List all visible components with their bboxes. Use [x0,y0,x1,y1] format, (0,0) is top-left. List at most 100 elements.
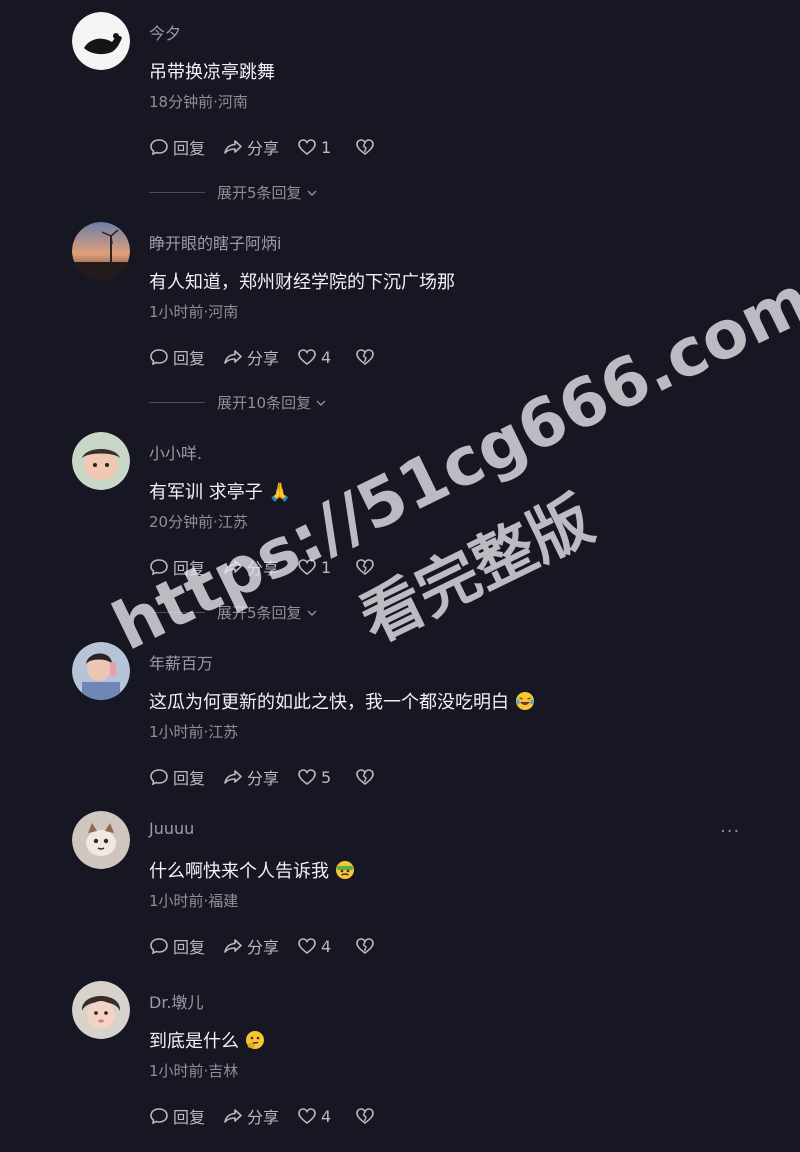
chat-bubble-icon [150,938,168,955]
reply-button[interactable]: 回复 [149,934,205,958]
share-button[interactable]: 分享 [223,765,279,789]
more-options-button[interactable]: ··· [720,821,740,842]
username[interactable]: 今夕 [149,20,181,44]
share-button[interactable]: 分享 [223,934,279,958]
like-button[interactable]: 5 [297,767,331,787]
expand-replies[interactable]: 展开5条回复 [149,182,318,203]
expand-label: 展开10条回复 [217,394,312,412]
broken-heart-icon [356,559,375,576]
like-button[interactable]: 4 [297,1106,331,1126]
comment-text: 有军训 求亭子 🙏 [149,482,291,503]
comment-meta: 1小时前·吉林 [149,1062,239,1080]
reply-label: 回复 [173,139,206,158]
avatar[interactable] [72,12,130,70]
comment-actions: 回复 分享 4 [149,1104,397,1128]
share-label: 分享 [247,559,280,578]
comment-text-content: 这瓜为何更新的如此之快，我一个都没吃明白 [149,692,509,713]
heart-icon [298,769,316,786]
comment-text: 这瓜为何更新的如此之快，我一个都没吃明白 [149,688,535,714]
comment-meta: 1小时前·河南 [149,303,239,321]
comment-text: 有人知道，郑州财经学院的下沉广场那 [149,272,455,293]
chevron-down-icon [307,610,317,616]
comment-actions: 回复 分享 1 [149,135,397,159]
share-label: 分享 [247,349,280,368]
expand-label: 展开5条回复 [217,184,302,202]
share-button[interactable]: 分享 [223,345,279,369]
avatar[interactable] [72,222,130,280]
heart-icon [298,938,316,955]
broken-heart-icon [356,139,375,156]
username[interactable]: 年薪百万 [149,650,213,674]
username[interactable]: 小小咩. [149,440,202,464]
avatar[interactable] [72,981,130,1039]
expand-replies[interactable]: 展开5条回复 [149,602,318,623]
dislike-button[interactable] [355,557,379,577]
comment-text: 什么啊快来个人告诉我 [149,857,355,883]
share-arrow-icon [224,1109,242,1123]
heart-icon [298,139,316,156]
chat-bubble-icon [150,139,168,156]
comment-meta: 1小时前·福建 [149,892,239,910]
avatar[interactable] [72,642,130,700]
divider [149,192,205,193]
comment-text: 吊带换凉亭跳舞 [149,62,275,83]
comment-text-content: 什么啊快来个人告诉我 [149,861,329,882]
heart-icon [298,559,316,576]
heart-icon [298,349,316,366]
reply-label: 回复 [173,1108,206,1127]
avatar[interactable] [72,432,130,490]
divider [149,612,205,613]
like-button[interactable]: 4 [297,347,331,367]
reply-label: 回复 [173,938,206,957]
like-button[interactable]: 4 [297,936,331,956]
comment-actions: 回复 分享 5 [149,765,397,789]
share-button[interactable]: 分享 [223,135,279,159]
dislike-button[interactable] [355,936,379,956]
comment-meta: 20分钟前·江苏 [149,513,248,531]
like-button[interactable]: 1 [297,137,331,157]
dislike-button[interactable] [355,137,379,157]
reply-button[interactable]: 回复 [149,135,205,159]
share-label: 分享 [247,1108,280,1127]
like-count: 4 [321,347,332,367]
chat-bubble-icon [150,769,168,786]
reply-button[interactable]: 回复 [149,345,205,369]
comment-actions: 回复 分享 1 [149,555,397,579]
like-count: 5 [321,767,332,787]
share-arrow-icon [224,770,242,784]
like-button[interactable]: 1 [297,557,331,577]
reply-button[interactable]: 回复 [149,555,205,579]
share-button[interactable]: 分享 [223,555,279,579]
username[interactable]: Juuuu [149,819,194,838]
share-label: 分享 [247,769,280,788]
dislike-button[interactable] [355,767,379,787]
reply-button[interactable]: 回复 [149,765,205,789]
dislike-button[interactable] [355,347,379,367]
comment-actions: 回复 分享 4 [149,345,397,369]
reply-button[interactable]: 回复 [149,1104,205,1128]
divider [149,402,205,403]
username[interactable]: 睁开眼的瞎子阿炳i [149,230,281,254]
avatar[interactable] [72,811,130,869]
reply-label: 回复 [173,349,206,368]
share-arrow-icon [224,939,242,953]
reply-label: 回复 [173,769,206,788]
heart-icon [298,1108,316,1125]
comment-text-content: 到底是什么 [149,1031,239,1052]
dislike-button[interactable] [355,1106,379,1126]
share-button[interactable]: 分享 [223,1104,279,1128]
username[interactable]: Dr.墩儿 [149,989,204,1013]
comment-meta: 18分钟前·河南 [149,93,248,111]
like-count: 1 [321,137,332,157]
comment-meta: 1小时前·江苏 [149,723,239,741]
broken-heart-icon [356,349,375,366]
chat-bubble-icon [150,559,168,576]
chevron-down-icon [316,400,326,406]
expand-replies[interactable]: 展开10条回复 [149,392,327,413]
like-count: 4 [321,1106,332,1126]
like-count: 1 [321,557,332,577]
laughing-tears-emoji-icon [516,692,534,710]
comment-text: 到底是什么 [149,1027,265,1053]
like-count: 4 [321,936,332,956]
reply-label: 回复 [173,559,206,578]
